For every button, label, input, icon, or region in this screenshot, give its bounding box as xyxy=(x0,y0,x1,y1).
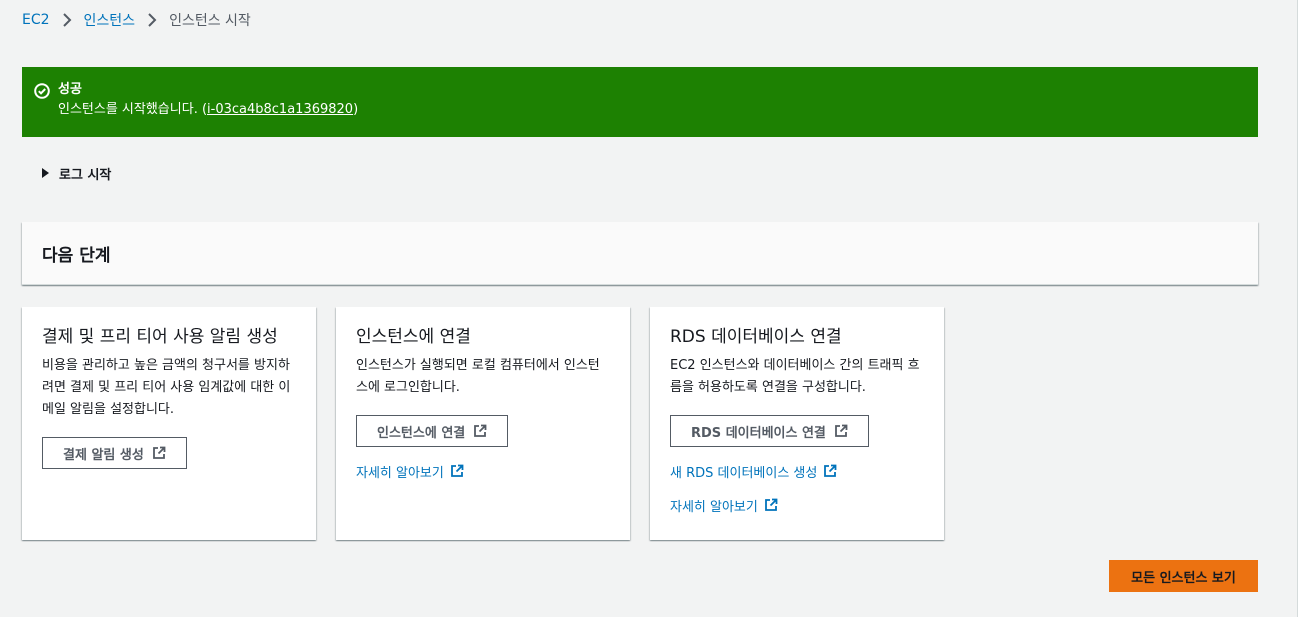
flash-message-suffix: ) xyxy=(353,102,359,117)
learn-more-link[interactable]: 자세히 알아보기 xyxy=(670,495,924,515)
create-billing-alert-button[interactable]: 결제 알림 생성 xyxy=(42,437,187,469)
rds-connect-card: RDS 데이터베이스 연결 EC2 인스턴스와 데이터베이스 간의 트래픽 흐름… xyxy=(650,307,944,540)
flash-message: 인스턴스를 시작했습니다. (i-03ca4b8c1a1369820) xyxy=(58,99,358,121)
instance-id-link[interactable]: i-03ca4b8c1a1369820 xyxy=(207,102,353,117)
card-description: 인스턴스가 실행되면 로컬 컴퓨터에서 인스턴스에 로그인합니다. xyxy=(356,358,600,395)
launch-log-expander[interactable]: 로그 시작 xyxy=(42,163,111,183)
create-rds-database-link[interactable]: 새 RDS 데이터베이스 생성 xyxy=(670,461,924,481)
launch-log-label: 로그 시작 xyxy=(59,167,112,183)
external-link-icon xyxy=(450,464,464,477)
connect-rds-button[interactable]: RDS 데이터베이스 연결 xyxy=(670,415,869,447)
card-title: 인스턴스에 연결 xyxy=(356,327,471,347)
chevron-right-icon xyxy=(50,12,84,28)
button-label: 결제 알림 생성 xyxy=(63,447,144,463)
breadcrumb: EC2 인스턴스 인스턴스 시작 xyxy=(22,10,251,30)
billing-alert-card: 결제 및 프리 티어 사용 알림 생성 비용을 관리하고 높은 금액의 청구서를… xyxy=(22,307,316,540)
button-label: RDS 데이터베이스 연결 xyxy=(691,425,826,441)
external-link-icon xyxy=(474,424,487,437)
card-title: 결제 및 프리 티어 사용 알림 생성 xyxy=(42,327,278,347)
breadcrumb-current: 인스턴스 시작 xyxy=(169,13,251,29)
view-all-instances-button[interactable]: 모든 인스턴스 보기 xyxy=(1109,560,1258,592)
card-description: 비용을 관리하고 높은 금액의 청구서를 방지하려면 결제 및 프리 티어 사용… xyxy=(42,358,291,417)
external-link-icon xyxy=(824,464,837,477)
external-link-icon xyxy=(835,424,848,437)
caret-right-icon xyxy=(42,168,49,178)
link-label: 자세히 알아보기 xyxy=(356,465,444,481)
button-label: 인스턴스에 연결 xyxy=(377,425,466,441)
connect-instance-card: 인스턴스에 연결 인스턴스가 실행되면 로컬 컴퓨터에서 인스턴스에 로그인합니… xyxy=(336,307,630,540)
breadcrumb-instances-link[interactable]: 인스턴스 xyxy=(84,10,136,30)
next-steps-header: 다음 단계 xyxy=(22,222,1258,285)
flash-content: 성공 인스턴스를 시작했습니다. (i-03ca4b8c1a1369820) xyxy=(58,81,358,121)
success-flash: 성공 인스턴스를 시작했습니다. (i-03ca4b8c1a1369820) xyxy=(22,67,1258,137)
external-link-icon xyxy=(764,498,778,511)
link-label: 새 RDS 데이터베이스 생성 xyxy=(670,465,818,481)
learn-more-link[interactable]: 자세히 알아보기 xyxy=(356,461,610,481)
flash-title: 성공 xyxy=(58,82,82,97)
breadcrumb-ec2-link[interactable]: EC2 xyxy=(22,12,50,28)
flash-message-prefix: 인스턴스를 시작했습니다. ( xyxy=(58,102,208,117)
chevron-right-icon xyxy=(135,12,169,28)
success-check-icon xyxy=(34,83,50,99)
card-description: EC2 인스턴스와 데이터베이스 간의 트래픽 흐름을 허용하도록 연결을 구성… xyxy=(670,358,920,395)
external-link-icon xyxy=(152,446,166,459)
next-steps-title: 다음 단계 xyxy=(42,245,111,266)
card-title: RDS 데이터베이스 연결 xyxy=(670,327,842,347)
link-label: 자세히 알아보기 xyxy=(670,499,758,515)
connect-instance-button[interactable]: 인스턴스에 연결 xyxy=(356,415,509,447)
